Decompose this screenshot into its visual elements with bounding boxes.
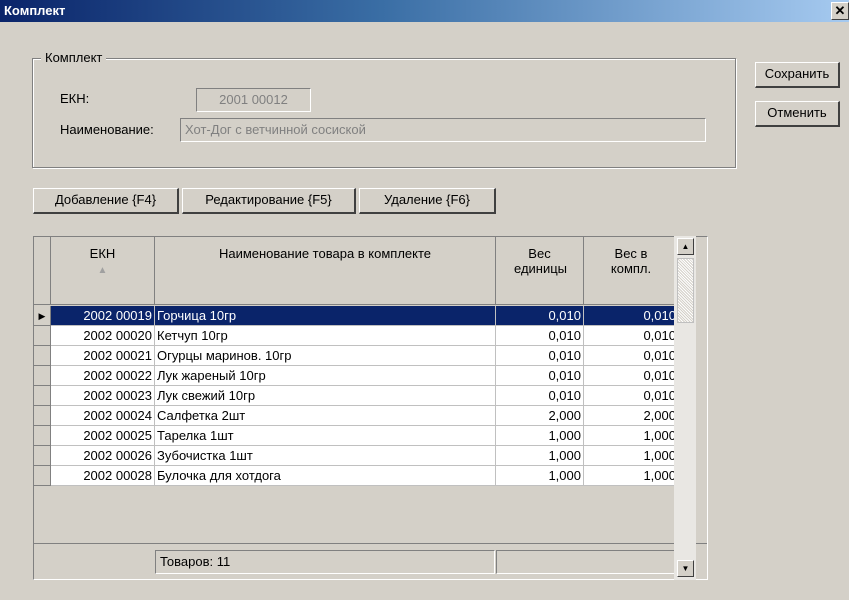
row-indicator (34, 406, 51, 426)
table-row[interactable]: ▶ 2002 00019 Горчица 10гр 0,010 0,010 (34, 306, 707, 326)
cell-name[interactable]: Кетчуп 10гр (155, 326, 496, 346)
kit-items-grid: ЕКН ▲ Наименование товара в комплекте Ве… (33, 236, 708, 580)
cell-ekn[interactable]: 2002 00020 (51, 326, 155, 346)
cell-kit-weight[interactable]: 1,000 (584, 446, 679, 466)
cell-name[interactable]: Лук жареный 10гр (155, 366, 496, 386)
header-name[interactable]: Наименование товара в комплекте (155, 237, 496, 305)
header-kit-weight[interactable]: Вес в компл. (584, 237, 679, 305)
delete-button[interactable]: Удаление {F6} (359, 188, 496, 214)
table-row[interactable]: 2002 00026 Зубочистка 1шт 1,000 1,000 (34, 446, 707, 466)
save-button[interactable]: Сохранить (755, 62, 840, 88)
cell-unit-weight[interactable]: 0,010 (496, 326, 584, 346)
table-row[interactable]: 2002 00021 Огурцы маринов. 10гр 0,010 0,… (34, 346, 707, 366)
cell-unit-weight[interactable]: 1,000 (496, 446, 584, 466)
cancel-button[interactable]: Отменить (755, 101, 840, 127)
name-field[interactable]: Хот-Дог с ветчинной сосиской (180, 118, 706, 142)
row-indicator (34, 366, 51, 386)
cell-name[interactable]: Булочка для хотдога (155, 466, 496, 486)
table-row[interactable]: 2002 00020 Кетчуп 10гр 0,010 0,010 (34, 326, 707, 346)
cell-ekn[interactable]: 2002 00028 (51, 466, 155, 486)
scroll-up-icon[interactable]: ▲ (677, 238, 694, 255)
cell-ekn[interactable]: 2002 00022 (51, 366, 155, 386)
row-indicator (34, 446, 51, 466)
edit-button[interactable]: Редактирование {F5} (182, 188, 356, 214)
cell-kit-weight[interactable]: 1,000 (584, 426, 679, 446)
cell-ekn[interactable]: 2002 00023 (51, 386, 155, 406)
current-row-icon: ▶ (34, 306, 51, 326)
table-row[interactable]: 2002 00023 Лук свежий 10гр 0,010 0,010 (34, 386, 707, 406)
grid-footer: Товаров: 11 (34, 543, 707, 579)
row-indicator (34, 466, 51, 486)
row-indicator (34, 346, 51, 366)
sort-ascending-icon: ▲ (97, 265, 108, 276)
cell-kit-weight[interactable]: 0,010 (584, 366, 679, 386)
row-indicator (34, 386, 51, 406)
ekn-label: ЕКН: (60, 91, 90, 106)
table-row[interactable]: 2002 00024 Салфетка 2шт 2,000 2,000 (34, 406, 707, 426)
cell-name[interactable]: Огурцы маринов. 10гр (155, 346, 496, 366)
cell-kit-weight[interactable]: 0,010 (584, 326, 679, 346)
cell-name[interactable]: Горчица 10гр (155, 306, 496, 326)
table-row[interactable]: 2002 00028 Булочка для хотдога 1,000 1,0… (34, 466, 707, 486)
cell-kit-weight[interactable]: 1,000 (584, 466, 679, 486)
cell-kit-weight[interactable]: 0,010 (584, 306, 679, 326)
cell-name[interactable]: Лук свежий 10гр (155, 386, 496, 406)
cell-unit-weight[interactable]: 2,000 (496, 406, 584, 426)
kit-groupbox: Комплект (32, 50, 736, 168)
cell-kit-weight[interactable]: 0,010 (584, 346, 679, 366)
name-label: Наименование: (60, 122, 154, 137)
cell-ekn[interactable]: 2002 00021 (51, 346, 155, 366)
cell-unit-weight[interactable]: 1,000 (496, 466, 584, 486)
cell-name[interactable]: Тарелка 1шт (155, 426, 496, 446)
cell-unit-weight[interactable]: 0,010 (496, 386, 584, 406)
row-indicator (34, 426, 51, 446)
window-titlebar: Комплект ✕ (0, 0, 849, 22)
groupbox-title: Комплект (41, 50, 107, 65)
cell-name[interactable]: Салфетка 2шт (155, 406, 496, 426)
close-icon[interactable]: ✕ (831, 2, 849, 20)
header-ekn[interactable]: ЕКН ▲ (51, 237, 155, 305)
cell-ekn[interactable]: 2002 00019 (51, 306, 155, 326)
footer-empty-cell (496, 550, 678, 574)
cell-unit-weight[interactable]: 0,010 (496, 346, 584, 366)
ekn-field[interactable]: 2001 00012 (196, 88, 311, 112)
scroll-down-icon[interactable]: ▼ (677, 560, 694, 577)
header-unit-weight[interactable]: Вес единицы (496, 237, 584, 305)
table-row[interactable]: 2002 00025 Тарелка 1шт 1,000 1,000 (34, 426, 707, 446)
row-indicator (34, 326, 51, 346)
scroll-thumb[interactable] (677, 258, 694, 323)
header-ekn-label: ЕКН (89, 246, 116, 261)
add-button[interactable]: Добавление {F4} (33, 188, 179, 214)
header-indicator-column (34, 237, 51, 305)
cell-unit-weight[interactable]: 1,000 (496, 426, 584, 446)
vertical-scrollbar[interactable]: ▲ ▼ (674, 236, 696, 580)
table-row[interactable]: 2002 00022 Лук жареный 10гр 0,010 0,010 (34, 366, 707, 386)
cell-kit-weight[interactable]: 2,000 (584, 406, 679, 426)
items-count: Товаров: 11 (155, 550, 495, 574)
window-title: Комплект (4, 3, 66, 18)
cell-ekn[interactable]: 2002 00024 (51, 406, 155, 426)
cell-ekn[interactable]: 2002 00025 (51, 426, 155, 446)
cell-ekn[interactable]: 2002 00026 (51, 446, 155, 466)
cell-unit-weight[interactable]: 0,010 (496, 306, 584, 326)
cell-kit-weight[interactable]: 0,010 (584, 386, 679, 406)
cell-unit-weight[interactable]: 0,010 (496, 366, 584, 386)
cell-name[interactable]: Зубочистка 1шт (155, 446, 496, 466)
